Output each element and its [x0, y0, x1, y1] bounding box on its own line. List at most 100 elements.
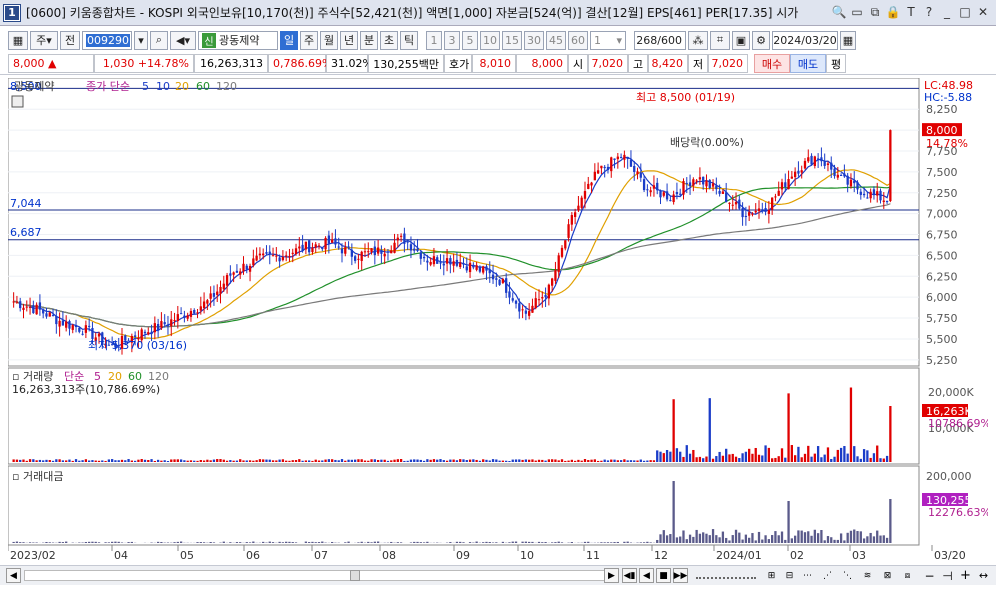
maximize-icon[interactable]: □ [958, 4, 972, 20]
interval-30[interactable]: 30 [524, 30, 544, 50]
interval-15[interactable]: 15 [502, 30, 522, 50]
amount-bar [45, 542, 48, 543]
volume-bar [547, 459, 551, 462]
amount-bar [656, 539, 659, 543]
pattern-icon[interactable]: ⊠ [880, 568, 895, 583]
ruler-icon[interactable]: ⋯ [800, 568, 815, 583]
candle-body [603, 166, 606, 169]
period-month[interactable]: 월 [320, 30, 338, 50]
interval-5[interactable]: 5 [462, 30, 478, 50]
candle-body [688, 182, 692, 187]
cross-icon[interactable]: ⊟ [782, 568, 797, 583]
volume-bar [74, 459, 78, 462]
search-icon[interactable]: ⌕ [150, 30, 168, 50]
next-icon[interactable]: ▶▶ [673, 568, 688, 583]
panel-menu-icon[interactable] [11, 95, 24, 108]
minimize-icon[interactable]: _ [940, 4, 954, 20]
scroll-left-icon[interactable]: ◀ [6, 568, 21, 583]
period-week[interactable]: 주 [300, 30, 318, 50]
volume-bar [111, 459, 114, 462]
prev-icon[interactable]: ◀ [639, 568, 654, 583]
expand-icon[interactable]: ↔ [976, 568, 991, 583]
amount-bar [820, 530, 823, 543]
interval-3[interactable]: 3 [444, 30, 460, 50]
period-minute[interactable]: 분 [360, 30, 378, 50]
market-select[interactable]: 주 ▾ [30, 30, 58, 50]
wave-icon[interactable]: ≋ [860, 568, 875, 583]
calendar-icon[interactable]: ▦ [840, 30, 856, 50]
stock-chart[interactable]: 8,2508,0007,7507,5007,2507,0006,7506,500… [7, 77, 991, 564]
shrink-icon[interactable]: ⊣ [940, 568, 955, 583]
candle-body [337, 246, 340, 248]
amount-bar [748, 537, 751, 543]
date-input[interactable]: 2024/03/20 [772, 30, 838, 50]
restore-icon[interactable]: ▭ [850, 4, 864, 20]
font-icon[interactable]: T [904, 4, 918, 20]
speaker-icon[interactable]: ◀▾ [170, 30, 196, 50]
volume-bar [48, 460, 51, 462]
volume-bar [206, 459, 209, 462]
zoom-in-icon[interactable]: + [958, 568, 973, 583]
tool-icon[interactable]: ⌗ [710, 30, 730, 50]
buy-button[interactable]: 매수 [754, 54, 790, 73]
volume-bar [288, 460, 291, 462]
whole-button[interactable]: 전 [60, 30, 80, 50]
scroll-thumb[interactable] [350, 570, 360, 581]
volume-bar [353, 459, 357, 462]
fib-icon[interactable]: ⋱ [840, 568, 855, 583]
x-tick-label: 09 [456, 549, 470, 562]
settings-icon[interactable]: ⚙ [752, 30, 770, 50]
volume-bar [101, 460, 104, 462]
tile-icon[interactable]: ⧉ [868, 4, 882, 20]
volume-value: 16,263,313 [194, 54, 268, 73]
box-icon[interactable]: ⧈ [900, 568, 915, 583]
candle-body [472, 264, 475, 268]
sell-button[interactable]: 매도 [790, 54, 826, 73]
volume-bar [649, 460, 652, 462]
period-day[interactable]: 일 [280, 30, 298, 50]
help-icon[interactable]: ? [922, 4, 936, 20]
chart-type-icon[interactable]: ⊞ [764, 568, 779, 583]
volume-bar [301, 460, 304, 462]
interval-10[interactable]: 10 [480, 30, 500, 50]
candle-body [344, 247, 347, 254]
interval-60[interactable]: 60 [568, 30, 588, 50]
scroll-track[interactable] [24, 570, 614, 581]
save-icon[interactable]: ▣ [732, 30, 750, 50]
period-tick[interactable]: 틱 [400, 30, 418, 50]
price-tick-label: 6,000 [926, 291, 958, 304]
play-back-icon[interactable]: ◀▮ [622, 568, 637, 583]
lock-icon[interactable]: 🔒 [886, 4, 901, 20]
candle-body [764, 208, 767, 212]
scroll-right-icon[interactable]: ▶ [604, 568, 619, 583]
grid-icon[interactable]: ▦ [8, 30, 28, 50]
stop-icon[interactable]: ■ [656, 568, 671, 583]
indicator-icon[interactable]: ⁂ [688, 30, 708, 50]
scroll-bar[interactable]: ◀ ▶ ◀▮ ◀ ■ ▶▶ ⊞ ⊟ ⋯ ⋰ ⋱ ≋ ⊠ ⧈ − ⊣ + ↔ [0, 565, 996, 585]
candle-body [186, 315, 189, 319]
close-icon[interactable]: ✕ [976, 4, 990, 20]
interval-1[interactable]: 1 [426, 30, 442, 50]
candle-body [462, 263, 465, 265]
stock-code-input[interactable]: 009290 [82, 30, 132, 50]
zoom-out-icon[interactable]: − [922, 568, 937, 583]
search-icon[interactable]: 🔍 [832, 4, 847, 20]
interval-45[interactable]: 45 [546, 30, 566, 50]
candle-body [876, 191, 879, 196]
count-input[interactable]: 268/600 [634, 30, 686, 50]
code-dropdown-icon[interactable]: ▾ [134, 30, 148, 50]
amount-bar [613, 542, 616, 543]
amount-bar [816, 533, 820, 543]
zoom-slider[interactable] [696, 572, 756, 579]
interval-input[interactable]: 1 ▾ [590, 30, 626, 50]
trend-icon[interactable]: ⋰ [820, 568, 835, 583]
candle-body [291, 252, 294, 254]
avg-button[interactable]: 평 [826, 54, 846, 73]
candle-body [416, 248, 419, 252]
volume-bar [367, 460, 370, 462]
volume-bar [436, 459, 439, 462]
chart-area[interactable]: 8,2508,0007,7507,5007,2507,0006,7506,500… [7, 77, 991, 564]
period-second[interactable]: 초 [380, 30, 398, 50]
period-year[interactable]: 년 [340, 30, 358, 50]
volume-bar [170, 459, 173, 462]
